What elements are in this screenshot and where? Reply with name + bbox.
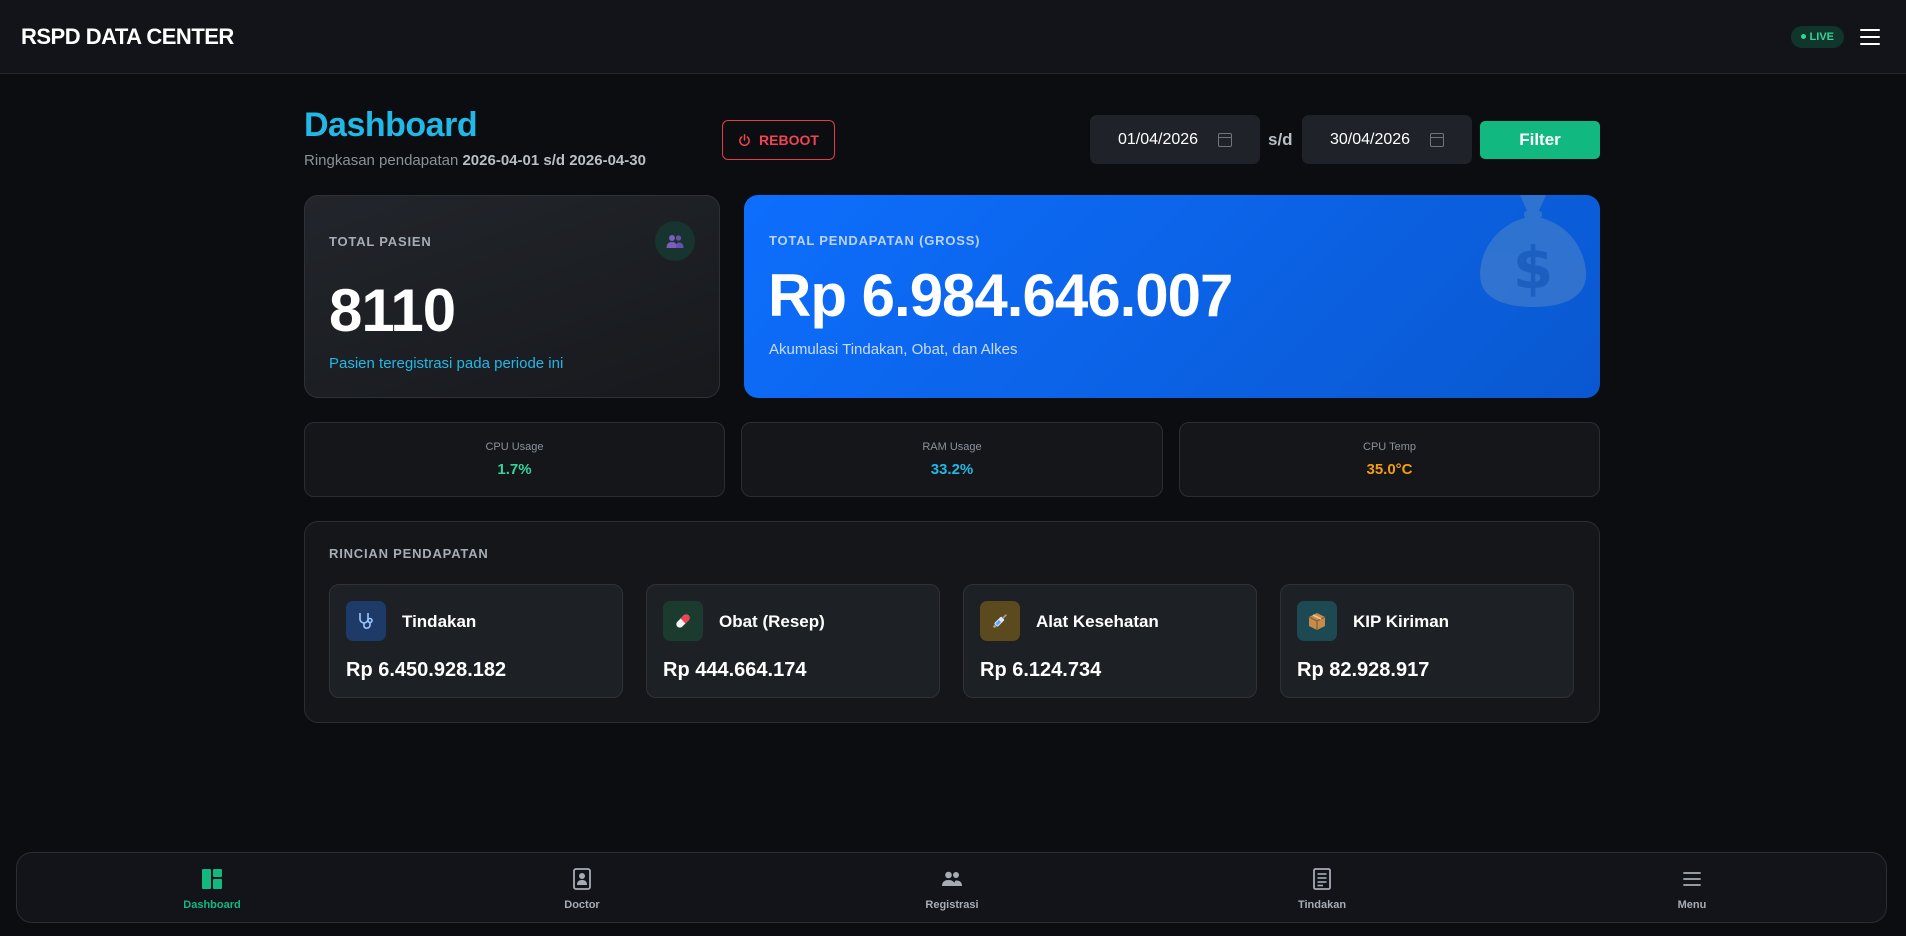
filter-button[interactable]: Filter (1480, 121, 1600, 159)
total-gross-value: Rp 6.984.646.007 (768, 262, 1233, 329)
cpu-usage-card: CPU Usage 1.7% (304, 422, 725, 497)
total-pasien-card: TOTAL PASIEN 8110 Pasien teregistrasi pa… (304, 195, 720, 398)
document-icon (1313, 868, 1331, 890)
reboot-button[interactable]: REBOOT (722, 120, 835, 160)
nav-item-registrasi[interactable]: Registrasi (872, 853, 1032, 924)
reboot-label: REBOOT (759, 132, 819, 148)
live-badge: LIVE (1790, 25, 1844, 48)
calendar-icon[interactable] (1218, 132, 1233, 147)
rincian-pendapatan-panel: RINCIAN PENDAPATAN Tindakan Rp 6.450.928… (304, 521, 1600, 723)
bottom-navigation: Dashboard Doctor Registrasi Tindakan Men… (16, 852, 1887, 923)
date-from-value: 01/04/2026 (1117, 130, 1199, 148)
nav-label: Doctor (564, 899, 600, 911)
money-bag-icon: $ (1480, 195, 1586, 307)
nav-item-dashboard[interactable]: Dashboard (132, 853, 292, 924)
rincian-item-value: Rp 6.450.928.182 (346, 659, 507, 681)
rincian-item-label: KIP Kiriman (1353, 612, 1450, 631)
dashboard-icon (202, 869, 222, 889)
rincian-item-alkes: Alat Kesehatan Rp 6.124.734 (963, 584, 1257, 698)
stethoscope-icon (346, 601, 386, 641)
subtitle-prefix: Ringkasan pendapatan (304, 152, 459, 169)
cpu-usage-label: CPU Usage (485, 441, 544, 453)
ram-usage-card: RAM Usage 33.2% (741, 422, 1163, 497)
nav-item-tindakan[interactable]: Tindakan (1242, 853, 1402, 924)
package-icon (1297, 601, 1337, 641)
rincian-item-label: Alat Kesehatan (1036, 612, 1159, 631)
nav-label: Tindakan (1297, 899, 1347, 911)
power-icon (739, 133, 750, 146)
total-gross-label: TOTAL PENDAPATAN (GROSS) (769, 233, 981, 248)
app-brand: RSPD DATA CENTER (21, 23, 234, 49)
date-range-separator: s/d (1268, 130, 1293, 149)
date-from-field[interactable]: 01/04/2026 (1090, 115, 1260, 164)
users-icon (655, 221, 695, 261)
date-to-value: 30/04/2026 (1329, 130, 1411, 148)
rincian-title: RINCIAN PENDAPATAN (329, 546, 489, 561)
cpu-temp-value: 35.0°C (1366, 461, 1413, 478)
nav-item-menu[interactable]: Menu (1612, 853, 1772, 924)
doctor-icon (573, 868, 591, 890)
rincian-item-value: Rp 82.928.917 (1297, 659, 1430, 681)
rincian-item-value: Rp 6.124.734 (980, 659, 1102, 681)
top-bar-actions: LIVE (1790, 25, 1880, 48)
total-pasien-label: TOTAL PASIEN (329, 234, 432, 249)
ram-usage-label: RAM Usage (922, 441, 982, 453)
nav-item-doctor[interactable]: Doctor (502, 853, 662, 924)
ram-usage-value: 33.2% (930, 461, 974, 478)
top-bar: RSPD DATA CENTER LIVE (0, 0, 1906, 74)
svg-text:$: $ (1513, 234, 1553, 302)
syringe-icon (980, 601, 1020, 641)
rincian-item-label: Tindakan (402, 612, 477, 631)
users-icon (942, 871, 962, 886)
cpu-temp-label: CPU Temp (1363, 441, 1416, 453)
pill-icon (663, 601, 703, 641)
cpu-usage-value: 1.7% (497, 461, 532, 478)
hamburger-menu-icon[interactable] (1860, 28, 1880, 45)
date-to-field[interactable]: 30/04/2026 (1302, 115, 1472, 164)
total-pasien-note: Pasien teregistrasi pada periode ini (329, 355, 564, 372)
nav-label: Registrasi (925, 899, 979, 911)
nav-label: Menu (1677, 899, 1707, 911)
rincian-item-label: Obat (Resep) (719, 612, 825, 631)
subtitle-date-range: 2026-04-01 s/d 2026-04-30 (462, 152, 646, 169)
cpu-temp-card: CPU Temp 35.0°C (1179, 422, 1600, 497)
live-label: LIVE (1809, 30, 1834, 43)
rincian-item-kip: KIP Kiriman Rp 82.928.917 (1280, 584, 1574, 698)
total-pasien-value: 8110 (329, 277, 456, 344)
page-subtitle: Ringkasan pendapatan 2026-04-01 s/d 2026… (304, 152, 646, 169)
total-gross-note: Akumulasi Tindakan, Obat, dan Alkes (769, 341, 1018, 358)
total-gross-card: TOTAL PENDAPATAN (GROSS) Rp 6.984.646.00… (744, 195, 1600, 398)
rincian-item-obat: Obat (Resep) Rp 444.664.174 (646, 584, 940, 698)
calendar-icon[interactable] (1430, 132, 1445, 147)
rincian-item-value: Rp 444.664.174 (663, 659, 807, 681)
live-dot-icon (1800, 34, 1806, 39)
page-title: Dashboard (304, 106, 478, 144)
menu-icon (1683, 872, 1701, 886)
nav-label: Dashboard (183, 899, 241, 911)
rincian-item-tindakan: Tindakan Rp 6.450.928.182 (329, 584, 623, 698)
